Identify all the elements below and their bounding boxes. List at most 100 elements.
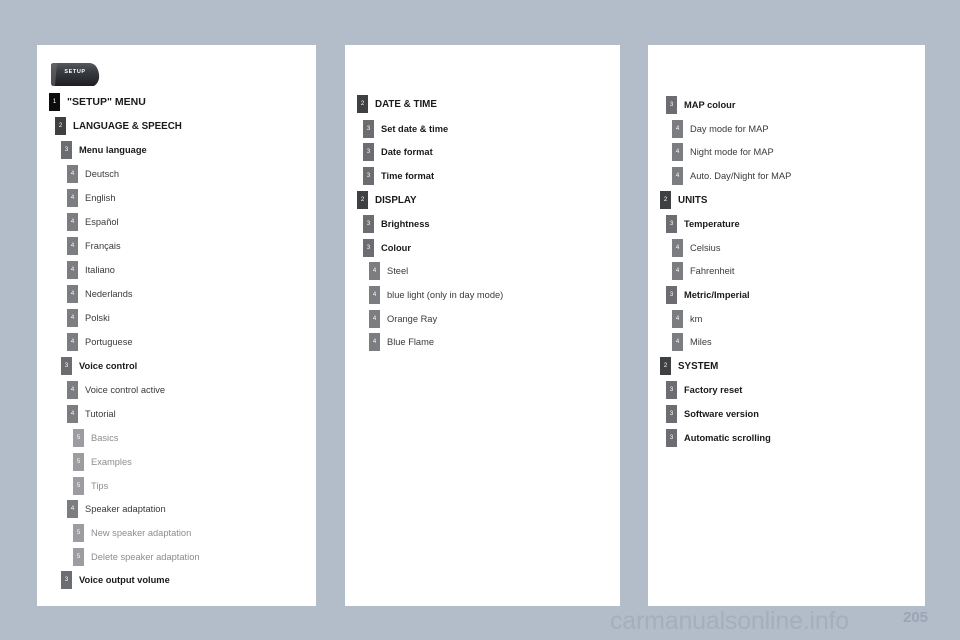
level-badge: 4 — [369, 262, 380, 280]
menu-item[interactable]: 3 Menu language — [61, 141, 147, 159]
menu-item-label: LANGUAGE & SPEECH — [73, 120, 182, 132]
menu-item[interactable]: 4 Deutsch — [67, 165, 119, 183]
menu-item-label: Metric/Imperial — [684, 290, 750, 300]
menu-item[interactable]: 5 Delete speaker adaptation — [73, 548, 200, 566]
menu-item[interactable]: 3 Brightness — [363, 215, 430, 233]
menu-item-label: Deutsch — [85, 169, 120, 179]
menu-item-label: "SETUP" MENU — [67, 96, 146, 108]
menu-item-label: Fahrenheit — [690, 266, 735, 276]
menu-item-label: Date format — [381, 147, 433, 157]
menu-item[interactable]: 5 Examples — [73, 453, 132, 471]
level-badge: 2 — [357, 95, 368, 113]
menu-item[interactable]: 3 Software version — [666, 405, 759, 423]
level-badge: 3 — [61, 357, 72, 375]
menu-item[interactable]: 4 Español — [67, 213, 119, 231]
menu-item[interactable]: 4 Day mode for MAP — [672, 120, 769, 138]
menu-item-label: UNITS — [678, 194, 708, 206]
menu-item-label: Miles — [690, 337, 712, 347]
menu-item[interactable]: 4 km — [672, 310, 702, 328]
menu-item[interactable]: 3 Date format — [363, 143, 433, 161]
menu-item[interactable]: 3 Metric/Imperial — [666, 286, 750, 304]
menu-item[interactable]: 4 Miles — [672, 333, 712, 351]
level-badge: 4 — [67, 381, 78, 399]
level-badge: 5 — [73, 477, 84, 495]
menu-item[interactable]: 4 Steel — [369, 262, 408, 280]
level-badge: 5 — [73, 548, 84, 566]
menu-item[interactable]: 2 DISPLAY — [357, 191, 417, 209]
menu-item[interactable]: 4 Nederlands — [67, 285, 133, 303]
menu-item-label: MAP colour — [684, 100, 736, 110]
level-badge: 4 — [67, 285, 78, 303]
menu-item[interactable]: 1 "SETUP" MENU — [49, 93, 146, 111]
menu-item-label: Steel — [387, 266, 409, 276]
menu-item-label: Examples — [91, 457, 132, 467]
menu-item-label: Software version — [684, 409, 759, 419]
menu-item[interactable]: 3 Factory reset — [666, 381, 742, 399]
menu-item[interactable]: 4 Tutorial — [67, 405, 116, 423]
menu-item[interactable]: 5 New speaker adaptation — [73, 524, 191, 542]
menu-item-label: Factory reset — [684, 385, 743, 395]
menu-item-label: Voice output volume — [79, 575, 170, 585]
level-badge: 4 — [67, 333, 78, 351]
setup-tab[interactable]: SETUP — [49, 62, 101, 89]
level-badge: 4 — [672, 239, 683, 257]
menu-item[interactable]: 4 Italiano — [67, 261, 115, 279]
level-badge: 3 — [363, 215, 374, 233]
menu-item-label: Set date & time — [381, 124, 449, 134]
level-badge: 4 — [369, 333, 380, 351]
level-badge: 4 — [672, 143, 683, 161]
menu-item[interactable]: 4 Orange Ray — [369, 310, 437, 328]
menu-item-label: Temperature — [684, 219, 740, 229]
menu-item[interactable]: 3 Set date & time — [363, 120, 448, 138]
level-badge: 4 — [67, 165, 78, 183]
level-badge: 3 — [666, 405, 677, 423]
menu-item[interactable]: 3 Time format — [363, 167, 434, 185]
menu-item-label: Automatic scrolling — [684, 433, 771, 443]
menu-item[interactable]: 5 Tips — [73, 477, 108, 495]
menu-item[interactable]: 3 MAP colour — [666, 96, 735, 114]
menu-item-label: SYSTEM — [678, 360, 719, 372]
menu-item-label: Nederlands — [85, 289, 133, 299]
level-badge: 5 — [73, 524, 84, 542]
menu-item[interactable]: 4 Portuguese — [67, 333, 133, 351]
menu-item[interactable]: 4 Polski — [67, 309, 110, 327]
level-badge: 3 — [363, 120, 374, 138]
level-badge: 4 — [67, 261, 78, 279]
menu-item[interactable]: 4 Blue Flame — [369, 333, 434, 351]
level-badge: 4 — [67, 189, 78, 207]
page-number: 205 — [903, 609, 929, 626]
menu-item[interactable]: 3 Colour — [363, 239, 411, 257]
menu-item[interactable]: 4 Speaker adaptation — [67, 500, 166, 518]
menu-item[interactable]: 3 Voice output volume — [61, 571, 170, 589]
menu-item[interactable]: 2 UNITS — [660, 191, 707, 209]
panel-right: 3 MAP colour 4 Day mode for MAP 4 Night mode … — [648, 45, 925, 606]
menu-item-label: DISPLAY — [375, 194, 417, 206]
level-badge: 3 — [666, 429, 677, 447]
level-badge: 4 — [67, 309, 78, 327]
level-badge: 3 — [363, 143, 374, 161]
menu-item-label: English — [85, 193, 116, 203]
menu-item[interactable]: 2 SYSTEM — [660, 357, 718, 375]
level-badge: 4 — [672, 333, 683, 351]
menu-item-label: Day mode for MAP — [690, 124, 769, 134]
menu-item[interactable]: 4 Celsius — [672, 239, 720, 257]
menu-item[interactable]: 2 DATE & TIME — [357, 95, 437, 113]
menu-item[interactable]: 4 Français — [67, 237, 121, 255]
menu-item[interactable]: 4 Fahrenheit — [672, 262, 734, 280]
menu-item[interactable]: 3 Automatic scrolling — [666, 429, 771, 447]
menu-item[interactable]: 4 blue light (only in day mode) — [369, 286, 503, 304]
level-badge: 3 — [666, 96, 677, 114]
menu-item[interactable]: 4 Auto. Day/Night for MAP — [672, 167, 791, 185]
menu-item-label: blue light (only in day mode) — [387, 290, 504, 300]
panel-left: SETUP 1 "SETUP" MENU 2 LANGUAGE & SPEECH 3 Me… — [37, 45, 316, 606]
menu-item[interactable]: 3 Temperature — [666, 215, 740, 233]
menu-item[interactable]: 3 Voice control — [61, 357, 137, 375]
menu-item-label: km — [690, 314, 703, 324]
menu-item-label: Polski — [85, 313, 110, 323]
menu-item[interactable]: 4 Voice control active — [67, 381, 165, 399]
level-badge: 2 — [55, 117, 66, 135]
menu-item[interactable]: 4 Night mode for MAP — [672, 143, 774, 161]
menu-item[interactable]: 4 English — [67, 189, 116, 207]
menu-item[interactable]: 5 Basics — [73, 429, 118, 447]
menu-item[interactable]: 2 LANGUAGE & SPEECH — [55, 117, 182, 135]
